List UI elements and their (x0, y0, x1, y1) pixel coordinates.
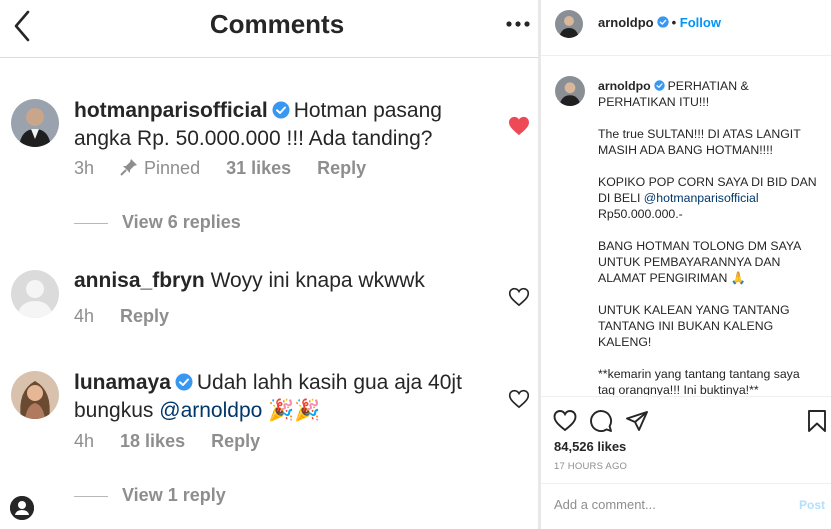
post-sidebar: arnoldpo • Follow arnoldpo PERHATIAN & PER… (541, 0, 831, 529)
caption-scroll-area[interactable]: arnoldpo PERHATIAN & PERHATIKAN ITU!!! Th… (541, 57, 831, 395)
caption-paragraph: BANG HOTMAN TOLONG DM SAYA UNTUK PEMBAYA… (598, 239, 801, 285)
reply-button[interactable]: Reply (317, 158, 366, 178)
comment-meta: 4h Reply (74, 306, 195, 327)
pin-icon (120, 159, 138, 176)
caption-mention[interactable]: @hotmanparisofficial (644, 191, 759, 205)
post-likes-count[interactable]: 84,526 likes (554, 439, 626, 454)
replies-divider (74, 496, 108, 497)
comment-text: annisa_fbryn Woyy ini knapa wkwwk (74, 267, 484, 295)
avatar[interactable] (11, 270, 59, 318)
comments-header: Comments (0, 0, 538, 58)
heart-outline-icon[interactable] (508, 389, 530, 409)
follow-button[interactable]: Follow (680, 15, 721, 30)
caption-paragraph: arnoldpo PERHATIAN & PERHATIKAN ITU!!! (598, 78, 820, 110)
view-replies-label: View 1 reply (122, 485, 226, 505)
comment-likes[interactable]: 18 likes (120, 431, 185, 451)
view-replies-label: View 6 replies (122, 212, 241, 232)
view-replies-button[interactable]: View 1 reply (74, 485, 274, 509)
heart-outline-icon[interactable] (508, 287, 530, 307)
comment-body: Woyy ini knapa wkwwk (210, 269, 425, 292)
comment-username[interactable]: hotmanparisofficial (74, 99, 268, 122)
comment-icon[interactable] (589, 409, 613, 433)
comment-meta: 3h Pinned 31 likes Reply (74, 158, 392, 179)
post-caption: arnoldpo PERHATIAN & PERHATIKAN ITU!!! Th… (598, 78, 820, 395)
verified-badge-icon (653, 80, 665, 91)
mobile-comments-panel: Comments hotmanparisofficial Hotman pasan… (0, 0, 538, 529)
view-replies-button[interactable]: View 6 replies (74, 212, 274, 236)
comment-username[interactable]: annisa_fbryn (74, 269, 205, 292)
caption-amount: Rp50.000.000.- (598, 207, 683, 221)
avatar[interactable] (555, 76, 585, 106)
reply-button[interactable]: Reply (211, 431, 260, 451)
comment-meta: 4h 18 likes Reply (74, 431, 286, 452)
heart-filled-icon[interactable] (508, 116, 530, 136)
profile-avatar-icon[interactable] (10, 496, 34, 520)
verified-badge-icon (272, 101, 290, 119)
separator-dot: • (671, 15, 677, 30)
pinned-label: Pinned (144, 158, 201, 178)
more-options-icon[interactable] (505, 14, 531, 34)
post-author: arnoldpo • Follow (598, 15, 721, 30)
avatar[interactable] (11, 99, 59, 147)
post-header: arnoldpo • Follow (541, 0, 831, 56)
comment-emoji: 🎉🎉 (268, 399, 321, 422)
caption-paragraph: **kemarin yang tantang tantang saya tag … (598, 367, 800, 395)
caption-username[interactable]: arnoldpo (598, 79, 651, 93)
avatar[interactable] (555, 10, 583, 38)
comment-mention[interactable]: @arnoldpo (159, 399, 262, 422)
comment-time: 4h (74, 306, 95, 326)
post-username[interactable]: arnoldpo (598, 15, 654, 30)
comment-text: hotmanparisofficial Hotman pasang angka R… (74, 97, 484, 153)
share-icon[interactable] (625, 409, 649, 433)
post-comment-button[interactable]: Post (799, 498, 825, 512)
reply-button[interactable]: Reply (120, 306, 169, 326)
post-actions: 84,526 likes 17 HOURS AGO Post (541, 396, 831, 529)
verified-badge-icon (175, 373, 193, 391)
caption-paragraph: KOPIKO POP CORN SAYA DI BID DAN DI BELI … (598, 174, 820, 222)
comment-text: lunamaya Udah lahh kasih gua aja 40jt bun… (74, 369, 484, 425)
verified-badge-icon (656, 16, 669, 28)
comment-time: 4h (74, 431, 95, 451)
post-timestamp[interactable]: 17 HOURS AGO (554, 461, 627, 472)
comment-likes[interactable]: 31 likes (226, 158, 291, 178)
add-comment-bar: Post (541, 483, 831, 529)
comment-time: 3h (74, 158, 95, 178)
page-title: Comments (209, 9, 345, 39)
replies-divider (74, 223, 108, 224)
comment-username[interactable]: lunamaya (74, 371, 171, 394)
avatar[interactable] (11, 371, 59, 419)
heart-outline-icon[interactable] (553, 409, 577, 433)
caption-paragraph: The true SULTAN!!! DI ATAS LANGIT MASIH … (598, 127, 801, 157)
add-comment-input[interactable] (554, 497, 784, 512)
bookmark-icon[interactable] (805, 409, 829, 433)
caption-paragraph: UNTUK KALEAN YANG TANTANG TANTANG INI BU… (598, 303, 790, 349)
